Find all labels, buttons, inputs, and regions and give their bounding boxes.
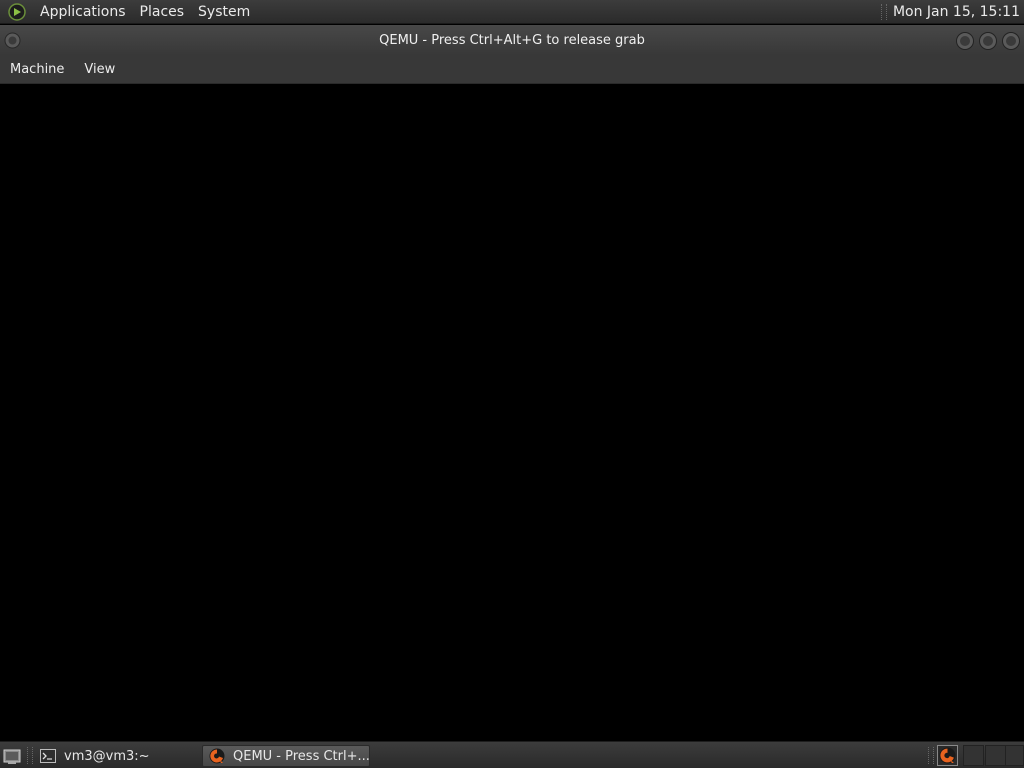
window-menubar: Machine View xyxy=(0,55,1024,84)
task-label: vm3@vm3:~ xyxy=(64,748,150,764)
workspace-1[interactable] xyxy=(963,745,984,766)
qemu-icon xyxy=(209,748,225,764)
terminal-icon xyxy=(40,749,56,763)
taskbar-separator xyxy=(27,747,33,764)
show-desktop-icon[interactable] xyxy=(3,748,21,764)
taskbar-separator xyxy=(928,747,934,764)
window-title: QEMU - Press Ctrl+Alt+G to release grab xyxy=(379,32,645,48)
panel-separator xyxy=(880,4,887,20)
top-panel: Applications Places System Mon Jan 15, 1… xyxy=(0,0,1024,24)
task-qemu[interactable]: QEMU - Press Ctrl+... xyxy=(202,745,370,767)
distro-logo-icon[interactable] xyxy=(7,2,27,22)
places-menu[interactable]: Places xyxy=(133,0,192,24)
system-menu[interactable]: System xyxy=(191,0,257,24)
task-label: QEMU - Press Ctrl+... xyxy=(233,748,369,764)
clock[interactable]: Mon Jan 15, 15:11 xyxy=(893,4,1024,20)
task-terminal[interactable]: vm3@vm3:~ xyxy=(34,745,200,767)
window-menu-icon[interactable] xyxy=(4,32,21,49)
vm-display[interactable] xyxy=(0,84,1024,741)
bottom-panel: vm3@vm3:~ QEMU - Press Ctrl+... xyxy=(0,741,1024,768)
machine-menu[interactable]: Machine xyxy=(0,55,74,84)
view-menu[interactable]: View xyxy=(74,55,125,84)
maximize-icon[interactable] xyxy=(978,31,998,51)
workspace-2[interactable] xyxy=(985,745,1006,766)
workspace-3[interactable] xyxy=(1005,745,1024,766)
qemu-tray-icon[interactable] xyxy=(937,745,958,766)
close-icon[interactable] xyxy=(1001,31,1021,51)
minimize-icon[interactable] xyxy=(955,31,975,51)
window-titlebar[interactable]: QEMU - Press Ctrl+Alt+G to release grab xyxy=(0,25,1024,55)
applications-menu[interactable]: Applications xyxy=(33,0,133,24)
